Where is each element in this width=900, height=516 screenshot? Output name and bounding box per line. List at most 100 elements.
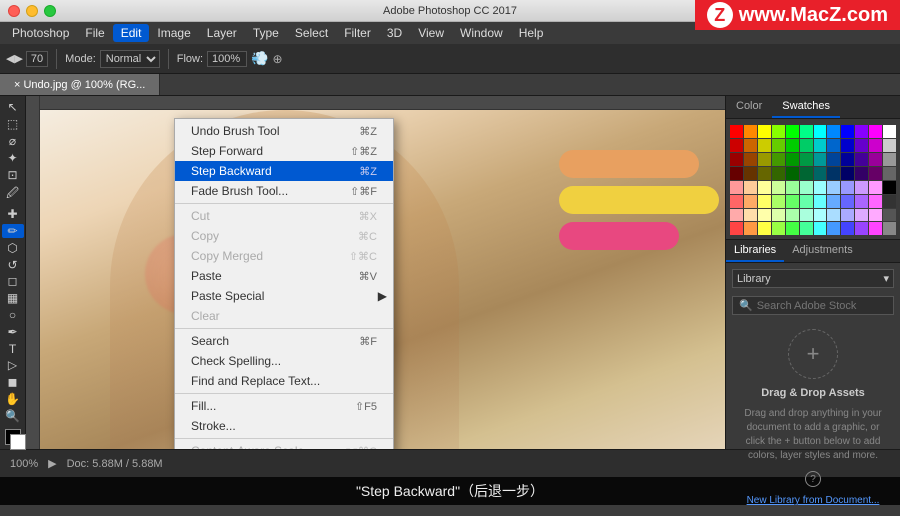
swatch-color-cell[interactable] — [744, 209, 757, 222]
swatch-color-cell[interactable] — [758, 139, 771, 152]
menu-undo-brush-tool[interactable]: Undo Brush Tool ⌘Z — [175, 121, 393, 141]
background-color[interactable] — [10, 434, 26, 450]
menu-view[interactable]: View — [410, 24, 452, 42]
swatch-color-cell[interactable] — [772, 125, 785, 138]
swatch-color-cell[interactable] — [758, 153, 771, 166]
menu-cut[interactable]: Cut ⌘X — [175, 206, 393, 226]
menu-photoshop[interactable]: Photoshop — [4, 24, 77, 42]
swatch-color-cell[interactable] — [814, 153, 827, 166]
menu-type[interactable]: Type — [245, 24, 287, 42]
swatch-color-cell[interactable] — [800, 125, 813, 138]
menu-fill[interactable]: Fill... ⇧F5 — [175, 396, 393, 416]
swatch-color-cell[interactable] — [786, 195, 799, 208]
swatch-color-cell[interactable] — [744, 195, 757, 208]
swatch-color-cell[interactable] — [827, 209, 840, 222]
gradient-tool[interactable]: ▦ — [2, 291, 24, 306]
swatch-color-cell[interactable] — [855, 195, 868, 208]
swatch-color-cell[interactable] — [827, 181, 840, 194]
mode-select[interactable]: Normal — [100, 50, 160, 68]
swatch-color-cell[interactable] — [758, 181, 771, 194]
swatch-color-cell[interactable] — [786, 153, 799, 166]
menu-help[interactable]: Help — [511, 24, 552, 42]
foreground-color[interactable] — [5, 429, 21, 445]
swatch-color-cell[interactable] — [814, 139, 827, 152]
swatch-color-cell[interactable] — [772, 195, 785, 208]
swatch-color-cell[interactable] — [855, 222, 868, 235]
swatch-color-cell[interactable] — [730, 181, 743, 194]
swatch-color-cell[interactable] — [772, 167, 785, 180]
swatch-color-cell[interactable] — [814, 222, 827, 235]
swatch-color-cell[interactable] — [827, 222, 840, 235]
menu-copy-merged[interactable]: Copy Merged ⇧⌘C — [175, 246, 393, 266]
swatch-color-cell[interactable] — [827, 153, 840, 166]
swatch-color-cell[interactable] — [883, 153, 896, 166]
swatch-color-cell[interactable] — [883, 222, 896, 235]
swatch-color-cell[interactable] — [869, 139, 882, 152]
menu-clear[interactable]: Clear — [175, 306, 393, 326]
swatch-color-cell[interactable] — [786, 125, 799, 138]
swatch-color-cell[interactable] — [869, 125, 882, 138]
library-dropdown[interactable]: Library ▾ — [732, 269, 894, 288]
swatch-color-cell[interactable] — [814, 125, 827, 138]
swatch-color-cell[interactable] — [772, 222, 785, 235]
swatch-color-cell[interactable] — [800, 195, 813, 208]
swatch-color-cell[interactable] — [800, 209, 813, 222]
swatch-color-cell[interactable] — [744, 181, 757, 194]
swatch-color-cell[interactable] — [827, 139, 840, 152]
swatch-color-cell[interactable] — [869, 222, 882, 235]
swatch-color-cell[interactable] — [744, 222, 757, 235]
swatch-color-cell[interactable] — [800, 153, 813, 166]
swatch-color-cell[interactable] — [827, 167, 840, 180]
library-search-input[interactable] — [757, 300, 887, 312]
swatch-color-cell[interactable] — [800, 139, 813, 152]
swatch-color-cell[interactable] — [730, 139, 743, 152]
swatch-color-cell[interactable] — [786, 181, 799, 194]
swatch-color-cell[interactable] — [883, 139, 896, 152]
eyedropper-tool[interactable]: 🖉 — [2, 184, 24, 205]
menu-step-backward[interactable]: Step Backward ⌘Z — [175, 161, 393, 181]
swatch-color-cell[interactable] — [772, 139, 785, 152]
swatch-color-cell[interactable] — [869, 153, 882, 166]
swatch-color-cell[interactable] — [744, 153, 757, 166]
swatch-color-cell[interactable] — [786, 139, 799, 152]
lasso-tool[interactable]: ⌀ — [2, 134, 24, 149]
swatch-color-cell[interactable] — [855, 167, 868, 180]
swatch-color-cell[interactable] — [758, 195, 771, 208]
menu-check-spelling[interactable]: Check Spelling... — [175, 351, 393, 371]
swatch-color-cell[interactable] — [814, 167, 827, 180]
tab-color[interactable]: Color — [726, 96, 772, 118]
swatch-color-cell[interactable] — [772, 181, 785, 194]
swatch-color-cell[interactable] — [730, 153, 743, 166]
menu-paste-special[interactable]: Paste Special ▶ — [175, 286, 393, 306]
swatch-color-cell[interactable] — [841, 139, 854, 152]
swatch-color-cell[interactable] — [841, 125, 854, 138]
swatch-color-cell[interactable] — [841, 195, 854, 208]
tab-libraries[interactable]: Libraries — [726, 240, 784, 262]
swatch-color-cell[interactable] — [800, 222, 813, 235]
menu-fade-brush-tool[interactable]: Fade Brush Tool... ⇧⌘F — [175, 181, 393, 201]
swatch-color-cell[interactable] — [855, 181, 868, 194]
swatch-color-cell[interactable] — [814, 181, 827, 194]
history-brush-tool[interactable]: ↺ — [2, 257, 24, 272]
menu-paste[interactable]: Paste ⌘V — [175, 266, 393, 286]
swatch-color-cell[interactable] — [800, 167, 813, 180]
swatch-color-cell[interactable] — [730, 209, 743, 222]
menu-stroke[interactable]: Stroke... — [175, 416, 393, 436]
swatch-color-cell[interactable] — [730, 125, 743, 138]
swatch-color-cell[interactable] — [744, 125, 757, 138]
brush-tool[interactable]: ✏ — [2, 224, 24, 239]
menu-window[interactable]: Window — [452, 24, 511, 42]
swatch-color-cell[interactable] — [758, 209, 771, 222]
swatch-color-cell[interactable] — [758, 222, 771, 235]
menu-select[interactable]: Select — [287, 24, 336, 42]
swatch-color-cell[interactable] — [841, 222, 854, 235]
swatch-color-cell[interactable] — [800, 181, 813, 194]
menu-edit[interactable]: Edit — [113, 24, 150, 42]
marquee-tool[interactable]: ⬚ — [2, 117, 24, 132]
menu-file[interactable]: File — [77, 24, 112, 42]
swatch-color-cell[interactable] — [869, 209, 882, 222]
menu-copy[interactable]: Copy ⌘C — [175, 226, 393, 246]
text-tool[interactable]: T — [2, 341, 24, 356]
swatch-color-cell[interactable] — [786, 167, 799, 180]
swatch-color-cell[interactable] — [855, 125, 868, 138]
